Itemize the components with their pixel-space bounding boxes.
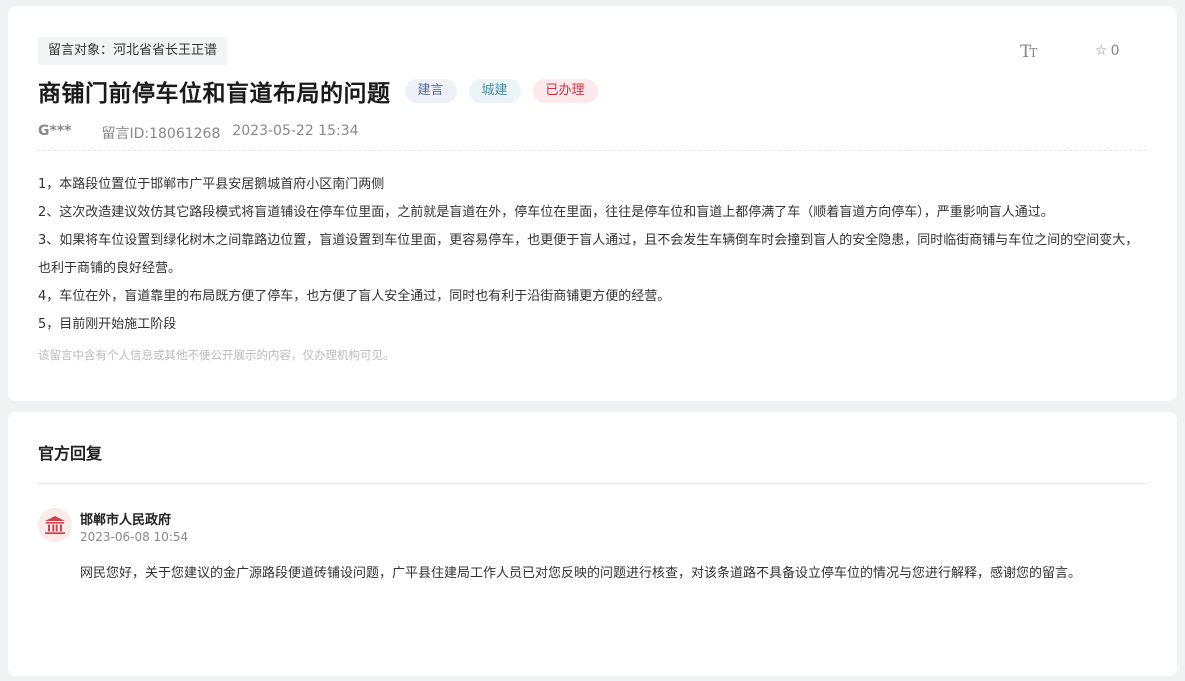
favorite-count: 0 xyxy=(1110,43,1120,59)
divider xyxy=(38,150,1147,151)
content-paragraph: 2、这次改造建议效仿其它路段模式将盲道铺设在停车位里面，之前就是盲道在外，停车位… xyxy=(38,205,1054,220)
avatar xyxy=(38,508,72,542)
font-size-toggle-icon[interactable]: TT xyxy=(1020,42,1037,62)
divider xyxy=(38,483,1147,484)
message-content: 1，本路段位置位于邯郸市广平县安居鹅城首府小区南门两侧 2、这次改造建议效仿其它… xyxy=(38,171,1150,339)
content-paragraph: 1，本路段位置位于邯郸市广平县安居鹅城首府小区南门两侧 xyxy=(38,177,385,192)
author-name: G*** xyxy=(38,123,72,139)
content-paragraph: 4，车位在外，盲道靠里的布局既方便了停车，也方便了盲人安全通过，同时也有利于沿街… xyxy=(38,289,671,304)
status-badge: 已办理 xyxy=(532,79,598,103)
message-card: 留言对象：河北省省长王正谱 TT ☆ 0 商铺门前停车位和盲道布局的问题 建言 … xyxy=(8,6,1177,401)
message-meta: G*** 留言ID:18061268 2023-05-22 15:34 xyxy=(38,123,359,143)
content-paragraph: 5，目前刚开始施工阶段 xyxy=(38,317,177,332)
official-reply-card: 官方回复 邯郸市人民政府 2023-06-08 10:54 网民您好，关于您建议… xyxy=(8,412,1177,676)
privacy-notice: 该留言中含有个人信息或其他不便公开展示的内容，仅办理机构可见。 xyxy=(38,348,395,362)
favorite-button[interactable]: ☆ 0 xyxy=(1095,43,1119,59)
government-building-icon xyxy=(45,516,65,535)
message-datetime: 2023-05-22 15:34 xyxy=(232,123,359,139)
reply-organization: 邯郸市人民政府 xyxy=(80,513,172,528)
reply-datetime: 2023-06-08 10:54 xyxy=(80,530,189,544)
message-target: 留言对象：河北省省长王正谱 xyxy=(38,37,228,65)
reply-content: 网民您好，关于您建议的金广源路段便道砖铺设问题，广平县住建局工作人员已对您反映的… xyxy=(80,566,1082,581)
page-title: 商铺门前停车位和盲道布局的问题 xyxy=(38,81,391,107)
tag-suggest: 建言 xyxy=(404,79,457,103)
title-row: 商铺门前停车位和盲道布局的问题 建言 城建 已办理 xyxy=(38,74,598,108)
content-paragraph: 3、如果将车位设置到绿化树木之间靠路边位置，盲道设置到车位里面，更容易停车，也更… xyxy=(38,233,1139,276)
message-id: 留言ID:18061268 xyxy=(101,126,221,142)
tag-category: 城建 xyxy=(468,79,521,103)
star-icon: ☆ xyxy=(1095,43,1108,59)
reply-heading: 官方回复 xyxy=(38,444,103,463)
